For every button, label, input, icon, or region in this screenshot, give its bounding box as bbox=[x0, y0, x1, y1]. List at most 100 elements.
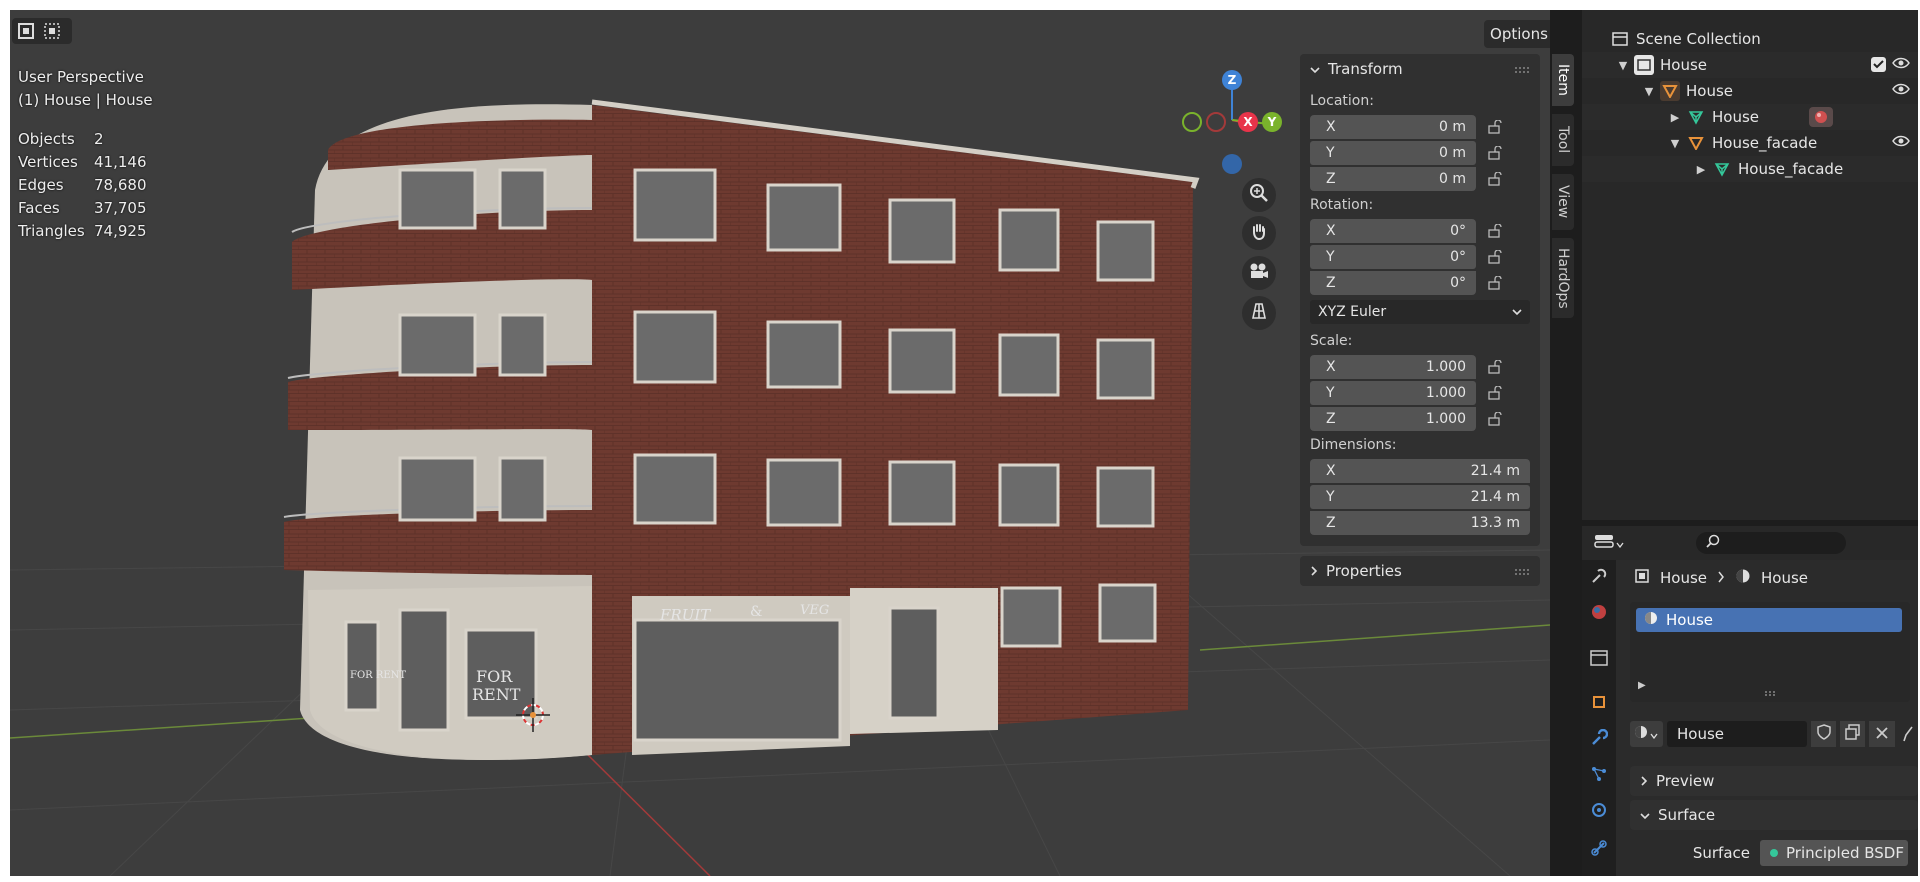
select-extend-icon[interactable] bbox=[42, 22, 62, 40]
sign-for-rent-small: FOR RENT bbox=[350, 670, 406, 681]
3d-viewport[interactable]: FRUIT & VEG FOR RENT FOR RENT User Persp… bbox=[10, 10, 1550, 876]
fake-user-button[interactable] bbox=[1810, 721, 1837, 747]
lock-icon[interactable] bbox=[1484, 410, 1506, 428]
rotation-x-field[interactable]: X 0° bbox=[1310, 219, 1476, 243]
scale-x-field[interactable]: X 1.000 bbox=[1310, 355, 1476, 379]
breadcrumb-object: House bbox=[1660, 569, 1708, 587]
duplicate-material-button[interactable] bbox=[1840, 721, 1866, 747]
material-slot-list[interactable]: House ▶ bbox=[1630, 602, 1910, 702]
lock-icon[interactable] bbox=[1484, 384, 1506, 402]
chevron-down-icon[interactable]: ▼ bbox=[1642, 85, 1656, 98]
surface-panel-header[interactable]: Surface bbox=[1630, 800, 1918, 830]
chevron-right-icon[interactable]: ▶ bbox=[1694, 163, 1708, 176]
material-icon bbox=[1644, 611, 1658, 629]
scale-y-field[interactable]: Y 1.000 bbox=[1310, 381, 1476, 405]
chevron-down-icon[interactable]: ▼ bbox=[1616, 59, 1630, 72]
gizmo-x-negative[interactable] bbox=[1206, 112, 1226, 132]
dimensions-x-field[interactable]: X 21.4 m bbox=[1310, 459, 1530, 483]
tab-view[interactable]: View bbox=[1552, 174, 1574, 230]
surface-panel-label: Surface bbox=[1658, 806, 1716, 824]
chevron-right-icon[interactable]: ▶ bbox=[1668, 111, 1682, 124]
tab-item[interactable]: Item bbox=[1552, 54, 1574, 106]
gizmo-x-positive[interactable]: X bbox=[1238, 112, 1258, 132]
tab-object[interactable] bbox=[1587, 692, 1611, 716]
scale-z-field[interactable]: Z 1.000 bbox=[1310, 407, 1476, 431]
dimensions-z-field[interactable]: Z 13.3 m bbox=[1310, 511, 1530, 535]
eye-icon[interactable] bbox=[1892, 82, 1910, 100]
location-z-field[interactable]: Z 0 m bbox=[1310, 167, 1476, 191]
lock-icon[interactable] bbox=[1484, 222, 1506, 240]
lock-icon[interactable] bbox=[1484, 358, 1506, 376]
outliner-item-collection-house[interactable]: ▼ House bbox=[1582, 52, 1918, 78]
tab-collection[interactable] bbox=[1587, 648, 1611, 672]
zoom-button[interactable] bbox=[1242, 178, 1276, 212]
resize-handle-icon[interactable] bbox=[1764, 682, 1778, 700]
pan-button[interactable] bbox=[1242, 216, 1276, 250]
tab-modifiers[interactable] bbox=[1587, 728, 1611, 752]
dimensions-y-field[interactable]: Y 21.4 m bbox=[1310, 485, 1530, 509]
rotation-mode-select[interactable]: XYZ Euler bbox=[1310, 300, 1530, 324]
x-axis-line bbox=[587, 754, 711, 876]
tab-hardops[interactable]: HardOps bbox=[1552, 238, 1574, 318]
select-box-icon[interactable] bbox=[16, 22, 36, 40]
chevron-down-icon[interactable]: ▼ bbox=[1668, 137, 1682, 150]
scene-collection-label: Scene Collection bbox=[1636, 30, 1761, 48]
rotation-y-field[interactable]: Y 0° bbox=[1310, 245, 1476, 269]
lock-icon[interactable] bbox=[1484, 170, 1506, 188]
gizmo-z-positive[interactable]: Z bbox=[1222, 70, 1242, 90]
lock-icon[interactable] bbox=[1484, 144, 1506, 162]
transform-panel-header[interactable]: Transform bbox=[1300, 54, 1540, 84]
rotation-mode-value: XYZ Euler bbox=[1318, 304, 1387, 320]
axis-label: Y bbox=[1326, 249, 1335, 265]
search-icon bbox=[1706, 534, 1720, 552]
editor-type-dropdown[interactable] bbox=[1594, 532, 1630, 554]
perspective-label: User Perspective bbox=[18, 68, 144, 86]
outliner-item-label: House_facade bbox=[1738, 160, 1844, 178]
camera-view-button[interactable] bbox=[1242, 256, 1276, 290]
gizmo-y-negative[interactable] bbox=[1182, 112, 1202, 132]
material-icon[interactable] bbox=[1809, 107, 1834, 127]
lock-icon[interactable] bbox=[1484, 274, 1506, 292]
material-slot-item[interactable]: House bbox=[1636, 608, 1902, 632]
outliner-item-mesh-house-facade[interactable]: ▶ House_facade bbox=[1582, 156, 1918, 182]
properties-search-input[interactable] bbox=[1696, 532, 1846, 554]
lock-icon[interactable] bbox=[1484, 248, 1506, 266]
gizmo-z-negative[interactable] bbox=[1222, 154, 1242, 174]
material-slot-label: House bbox=[1666, 611, 1714, 629]
perspective-toggle-button[interactable] bbox=[1242, 296, 1276, 330]
drag-handle-icon[interactable] bbox=[1514, 562, 1530, 580]
outliner-item-mesh-house[interactable]: ▶ House bbox=[1582, 104, 1918, 130]
outliner-item-object-house-facade[interactable]: ▼ House_facade bbox=[1582, 130, 1918, 156]
tab-physics[interactable] bbox=[1587, 800, 1611, 824]
surface-shader-field[interactable]: Principled BSDF bbox=[1760, 840, 1908, 866]
gizmo-y-positive[interactable]: Y bbox=[1262, 112, 1282, 132]
scene-collection-row[interactable]: Scene Collection bbox=[1582, 26, 1918, 52]
tab-tool[interactable]: Tool bbox=[1552, 114, 1574, 166]
eye-icon[interactable] bbox=[1892, 134, 1910, 152]
drag-handle-icon[interactable] bbox=[1514, 60, 1530, 78]
stat-label: Faces bbox=[18, 199, 60, 217]
material-name-field[interactable]: House bbox=[1666, 721, 1807, 747]
field-value: 1.000 bbox=[1425, 385, 1466, 401]
sidebar-item-panel: Transform Location: X 0 m Y 0 m Z 0 m Rotat… bbox=[1300, 54, 1540, 594]
chevron-right-icon[interactable]: ▶ bbox=[1638, 680, 1646, 691]
preview-panel-header[interactable]: Preview bbox=[1630, 766, 1918, 796]
eye-icon[interactable] bbox=[1892, 56, 1910, 74]
tab-constraints[interactable] bbox=[1587, 838, 1611, 862]
tab-tool-settings[interactable] bbox=[1587, 566, 1611, 590]
tab-world[interactable] bbox=[1587, 602, 1611, 626]
house-model[interactable] bbox=[283, 99, 1200, 760]
properties-panel-header[interactable]: Properties bbox=[1300, 556, 1540, 586]
options-dropdown[interactable]: Options bbox=[1484, 20, 1550, 48]
lock-icon[interactable] bbox=[1484, 118, 1506, 136]
location-x-field[interactable]: X 0 m bbox=[1310, 115, 1476, 139]
rotation-z-field[interactable]: Z 0° bbox=[1310, 271, 1476, 295]
axis-label: X bbox=[1326, 223, 1336, 239]
location-y-field[interactable]: Y 0 m bbox=[1310, 141, 1476, 165]
eyedropper-icon[interactable] bbox=[1899, 721, 1918, 747]
browse-material-button[interactable] bbox=[1630, 721, 1663, 747]
outliner-item-object-house[interactable]: ▼ House bbox=[1582, 78, 1918, 104]
checkbox-icon[interactable] bbox=[1871, 57, 1886, 72]
unlink-material-button[interactable] bbox=[1869, 721, 1895, 747]
tab-particles[interactable] bbox=[1587, 764, 1611, 788]
